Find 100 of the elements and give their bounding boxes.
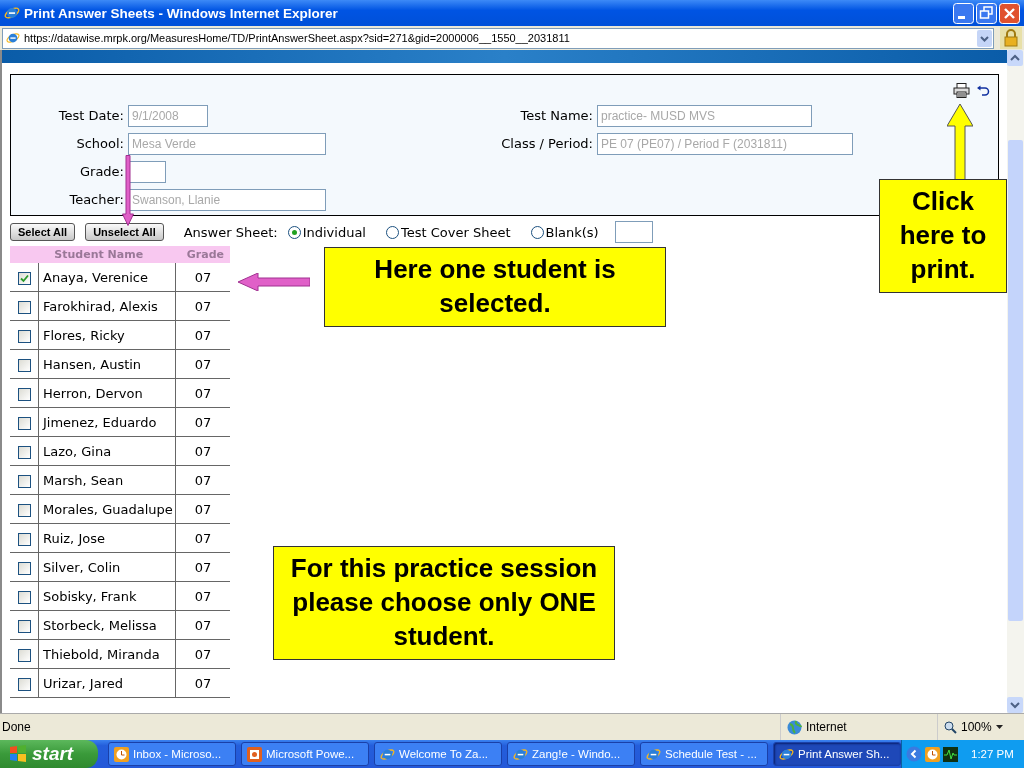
dropdown-icon[interactable] xyxy=(977,29,992,47)
checkbox[interactable] xyxy=(17,532,31,546)
taskbar-button[interactable]: Inbox - Microso... xyxy=(108,742,236,766)
magnifier-icon xyxy=(944,720,957,734)
taskbar-button[interactable]: Zang!e - Windo... xyxy=(507,742,635,766)
checkbox[interactable] xyxy=(17,358,31,372)
calendar-clock-icon xyxy=(114,746,129,762)
column-header: Grade xyxy=(175,246,230,263)
checkbox[interactable] xyxy=(17,300,31,314)
input-field[interactable]: 9/1/2008 xyxy=(128,104,208,127)
student-name: Farokhirad, Alexis xyxy=(43,298,158,314)
student-name: Flores, Ricky xyxy=(43,327,125,343)
zone-label: Internet xyxy=(806,720,847,734)
student-name: Urizar, Jared xyxy=(43,675,123,691)
field-label: Test Date: xyxy=(57,108,124,123)
scroll-down-icon[interactable] xyxy=(1007,697,1023,713)
select-button[interactable]: Unselect All xyxy=(85,223,164,241)
grade-cell: 07 xyxy=(194,443,212,459)
field-label: Test Name: xyxy=(519,108,593,123)
scrollbar[interactable] xyxy=(1007,50,1024,713)
grade-cell: 07 xyxy=(194,385,212,401)
grade-cell: 07 xyxy=(194,298,212,314)
radio-option[interactable]: Test Cover Sheet xyxy=(386,224,511,240)
input-field[interactable]: practice- MUSD MVS xyxy=(597,104,812,127)
checkbox[interactable] xyxy=(17,677,31,691)
globe-icon xyxy=(787,719,802,735)
student-name: Jimenez, Eduardo xyxy=(43,414,157,430)
browser-icon xyxy=(513,746,528,762)
undo-icon[interactable] xyxy=(976,84,990,97)
checkbox[interactable] xyxy=(17,445,31,459)
student-name: Thiebold, Miranda xyxy=(43,646,160,662)
taskbar-button[interactable]: Welcome To Za... xyxy=(374,742,502,766)
scroll-up-icon[interactable] xyxy=(1007,50,1023,66)
checkbox[interactable] xyxy=(17,590,31,604)
grade-cell: 07 xyxy=(194,356,212,372)
input-field[interactable]: Mesa Verde xyxy=(128,132,326,155)
grade-cell: 07 xyxy=(194,501,212,517)
arrow xyxy=(122,155,134,226)
student-name: Ruiz, Jose xyxy=(43,530,105,546)
grade-cell: 07 xyxy=(194,327,212,343)
student-name: Marsh, Sean xyxy=(43,472,124,488)
browser-icon xyxy=(646,746,661,762)
arrow xyxy=(238,273,310,291)
student-name: Morales, Guadalupe xyxy=(43,501,173,517)
field-label: School: xyxy=(75,136,124,151)
student-name: Storbeck, Melissa xyxy=(43,617,157,633)
input-field[interactable]: PE 07 (PE07) / Period F (2031811) xyxy=(597,132,853,155)
student-name: Herron, Dervon xyxy=(43,385,143,401)
input-field[interactable]: Swanson, Llanie xyxy=(128,188,326,211)
lock-icon[interactable] xyxy=(1000,27,1022,49)
checkbox[interactable] xyxy=(17,648,31,662)
checkbox[interactable] xyxy=(17,503,31,517)
field-label: Class / Period: xyxy=(500,136,593,151)
field-label: Grade: xyxy=(79,164,124,179)
checkbox[interactable] xyxy=(17,329,31,343)
grade-cell: 07 xyxy=(194,675,212,691)
checkbox[interactable] xyxy=(17,387,31,401)
column-header: Student Name xyxy=(10,246,176,263)
grade-cell: 07 xyxy=(194,530,212,546)
radio-option[interactable]: Blank(s) xyxy=(530,224,599,240)
taskbar-button[interactable]: Schedule Test - ... xyxy=(640,742,768,766)
monitor-icon[interactable] xyxy=(943,746,958,762)
browser-icon xyxy=(4,5,20,21)
grade-cell: 07 xyxy=(194,269,212,285)
chevron-icon[interactable] xyxy=(906,746,922,762)
radio-option[interactable]: Individual xyxy=(287,224,366,240)
status-text: Done xyxy=(1,720,32,734)
windows-logo-icon xyxy=(8,744,28,764)
browser-icon xyxy=(380,746,395,762)
restore-icon[interactable] xyxy=(976,2,997,24)
grade-cell: 07 xyxy=(194,559,212,575)
field-label: Teacher: xyxy=(68,192,124,207)
grade-cell: 07 xyxy=(194,646,212,662)
window-title: Print Answer Sheets - Windows Internet Explorer xyxy=(24,5,339,21)
answer-sheet-label: Answer Sheet: xyxy=(183,224,278,240)
checkbox[interactable] xyxy=(17,416,31,430)
close-icon[interactable] xyxy=(999,2,1020,24)
slides-icon xyxy=(247,746,262,762)
minimize-icon[interactable] xyxy=(953,2,974,24)
clock-icon[interactable] xyxy=(925,746,940,762)
checkbox[interactable] xyxy=(17,271,31,285)
browser-icon xyxy=(779,746,794,762)
callout-note: For this practice session please choose only ONE student. xyxy=(273,546,615,660)
select-button[interactable]: Select All xyxy=(10,223,76,241)
address-field[interactable]: https://datawise.mrpk.org/MeasuresHome/TD/PrintAnswerSheet.aspx?sid=271&gid=2000006__1550__2031811 xyxy=(2,27,994,49)
grade-cell: 07 xyxy=(194,588,212,604)
grade-cell: 07 xyxy=(194,414,212,430)
student-name: Silver, Colin xyxy=(43,559,121,575)
taskbar-button[interactable]: Microsoft Powe... xyxy=(241,742,369,766)
checkbox[interactable] xyxy=(17,474,31,488)
printer-icon[interactable] xyxy=(953,83,970,98)
checkbox[interactable] xyxy=(17,619,31,633)
checkbox[interactable] xyxy=(17,561,31,575)
grade-cell: 07 xyxy=(194,617,212,633)
clock: 1:27 PM xyxy=(971,748,1014,760)
taskbar-button[interactable]: Print Answer Sh... xyxy=(773,742,901,766)
blank-count-field[interactable] xyxy=(614,221,653,243)
student-name: Lazo, Gina xyxy=(43,443,112,459)
student-name: Anaya, Verenice xyxy=(43,269,148,285)
start-button[interactable]: start xyxy=(0,740,98,768)
